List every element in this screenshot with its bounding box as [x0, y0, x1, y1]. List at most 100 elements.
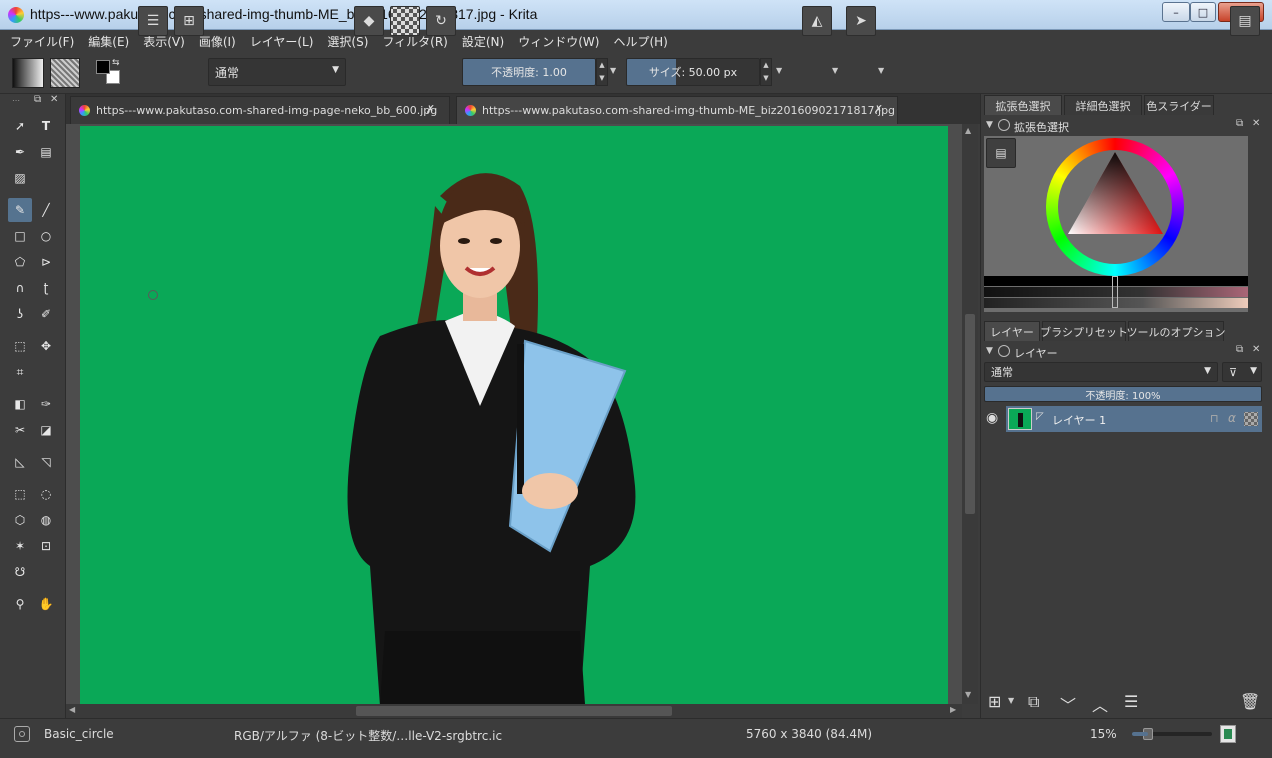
polygon-select-tool-icon[interactable]: ⬡	[8, 508, 32, 532]
document-tab-neko[interactable]: https---www.pakutaso.com-shared-img-page…	[70, 96, 450, 124]
fill-tool-icon[interactable]: ◪	[34, 418, 58, 442]
text-tool-icon[interactable]: T	[34, 114, 58, 138]
delete-layer-icon[interactable]: 🗑	[1240, 692, 1260, 711]
collapse-triangle-icon[interactable]: ▼	[986, 120, 993, 130]
add-layer-chevron-icon[interactable]: ▼	[1008, 696, 1014, 705]
mirror-vertical-icon[interactable]: ➤	[846, 6, 876, 36]
line-tool-icon[interactable]: ╱	[34, 198, 58, 222]
menu-window[interactable]: ウィンドウ(W)	[518, 33, 599, 50]
layer-properties-icon[interactable]: ☰	[1124, 692, 1138, 711]
docker-lock-icon[interactable]	[998, 345, 1010, 357]
menu-layer[interactable]: レイヤー(L)	[250, 33, 314, 50]
freehand-select-tool-icon[interactable]: ◍	[34, 508, 58, 532]
zoom-slider[interactable]	[1132, 728, 1212, 740]
transform-tool-icon[interactable]: ⬚	[8, 334, 32, 358]
scroll-right-icon[interactable]: ▶	[950, 705, 956, 714]
layer-visibility-eye-icon[interactable]: ◉	[986, 410, 998, 426]
brush-settings-icon[interactable]: ☰	[138, 6, 168, 36]
reload-preset-icon[interactable]: ↻	[426, 6, 456, 36]
tab-brush-presets[interactable]: ブラシプリセット	[1040, 321, 1128, 341]
opacity-slider[interactable]: 不透明度: 1.00	[462, 58, 596, 86]
color-selector-settings-icon[interactable]: ▤	[986, 138, 1016, 168]
minimize-button[interactable]: –	[1162, 2, 1190, 22]
zoom-tool-icon[interactable]: ⚲	[8, 592, 32, 616]
scroll-left-icon[interactable]: ◀	[69, 705, 75, 714]
toolbox-float-icon[interactable]: ⧉	[34, 94, 41, 105]
horizontal-scroll-thumb[interactable]	[356, 706, 672, 716]
measure-tool-icon[interactable]: ◹	[34, 450, 58, 474]
pattern-selector[interactable]	[50, 58, 80, 88]
polygon-tool-icon[interactable]: ⬠	[8, 250, 32, 274]
color-picker-tool-icon[interactable]: ✑	[34, 392, 58, 416]
fg-bg-color-selector[interactable]: ⇆	[92, 58, 124, 88]
menu-file[interactable]: ファイル(F)	[10, 33, 74, 50]
tab-layers[interactable]: レイヤー	[984, 321, 1040, 341]
layer-lock-icon[interactable]: ⊓	[1210, 412, 1219, 425]
menu-settings[interactable]: 設定(N)	[462, 33, 504, 50]
swap-colors-icon[interactable]: ⇆	[112, 58, 120, 68]
ellipse-tool-icon[interactable]: ○	[34, 224, 58, 248]
layer-blend-mode-dropdown[interactable]: 通常 ▼	[984, 362, 1218, 382]
add-layer-icon[interactable]: ⊞	[988, 692, 1001, 711]
similar-select-tool-icon[interactable]: ⊡	[34, 534, 58, 558]
inherit-alpha-icon[interactable]	[1244, 412, 1258, 426]
bezier-tool-icon[interactable]: ∩	[8, 276, 32, 300]
dynamic-brush-tool-icon[interactable]: ʖ	[8, 302, 32, 326]
size-slider[interactable]: サイズ: 50.00 px	[626, 58, 760, 86]
eraser-mode-icon[interactable]: ◆	[354, 6, 384, 36]
crop-tool-icon[interactable]: ⌗	[8, 360, 32, 384]
scroll-down-icon[interactable]: ▼	[965, 690, 971, 699]
move-layer-up-icon[interactable]: ︿	[1092, 692, 1108, 716]
menu-image[interactable]: 画像(I)	[199, 33, 236, 50]
layer-opacity-slider[interactable]: 不透明度: 100%	[984, 386, 1262, 402]
foreground-color-swatch[interactable]	[96, 60, 110, 74]
vertical-scrollbar[interactable]: ▲ ▼	[962, 124, 978, 704]
menu-help[interactable]: ヘルプ(H)	[613, 33, 667, 50]
select-shapes-tool-icon[interactable]: ➚	[8, 114, 32, 138]
move-tool-icon[interactable]: ✥	[34, 334, 58, 358]
menu-edit[interactable]: 編集(E)	[88, 33, 129, 50]
polyline-tool-icon[interactable]: ⊳	[34, 250, 58, 274]
image-canvas[interactable]	[80, 126, 948, 704]
mirror-h-chevron-icon[interactable]: ▼	[832, 66, 838, 75]
color-selector-area[interactable]: ▤	[984, 136, 1248, 312]
contiguous-select-tool-icon[interactable]: ✶	[8, 534, 32, 558]
mirror-v-chevron-icon[interactable]: ▼	[878, 66, 884, 75]
layer-name[interactable]: レイヤー 1	[1052, 412, 1106, 428]
smart-patch-tool-icon[interactable]: ✂	[8, 418, 32, 442]
opacity-chevron-icon[interactable]: ▼	[610, 66, 616, 75]
tab-tool-options[interactable]: ツールのオプション	[1127, 321, 1226, 341]
brush-presets-icon[interactable]: ⊞	[174, 6, 204, 36]
vertical-scroll-thumb[interactable]	[965, 314, 975, 514]
docker-float-icon[interactable]: ⧉	[1236, 118, 1243, 129]
freehand-brush-tool-icon[interactable]: ✎	[8, 198, 32, 222]
docker-close-icon[interactable]: ✕	[1252, 344, 1260, 355]
alpha-lock-icon[interactable]: α	[1228, 411, 1236, 425]
maximize-button[interactable]: □	[1190, 2, 1216, 22]
document-tab-biz[interactable]: https---www.pakutaso.com-shared-img-thum…	[456, 96, 898, 124]
size-chevron-icon[interactable]: ▼	[776, 66, 782, 75]
canvas-only-icon[interactable]	[1220, 725, 1236, 743]
tab-color-sliders[interactable]: 色スライダー	[1144, 95, 1214, 115]
ellipse-select-tool-icon[interactable]: ◌	[34, 482, 58, 506]
layer-filter-button[interactable]: ⊽ ▼	[1222, 362, 1262, 382]
layer-row[interactable]: ◉ ◸ レイヤー 1 ⊓ α	[984, 406, 1262, 432]
tab-specific-color-selector[interactable]: 詳細色選択	[1064, 95, 1142, 115]
rectangle-tool-icon[interactable]: □	[8, 224, 32, 248]
duplicate-layer-icon[interactable]: ⧉	[1028, 692, 1039, 712]
move-layer-down-icon[interactable]: ﹀	[1060, 692, 1076, 716]
collapse-triangle-icon[interactable]: ▼	[986, 346, 993, 356]
freehand-path-tool-icon[interactable]: ʈ	[34, 276, 58, 300]
docker-float-icon[interactable]: ⧉	[1236, 344, 1243, 355]
horizontal-scrollbar[interactable]: ◀ ▶	[66, 704, 962, 718]
edit-shapes-tool-icon[interactable]: ✒	[8, 140, 32, 164]
calligraphy-tool-icon[interactable]: ▤	[34, 140, 58, 164]
saturation-value-triangle[interactable]	[1046, 138, 1184, 276]
gradient-selector[interactable]	[12, 58, 44, 88]
docker-lock-icon[interactable]	[998, 119, 1010, 131]
docker-close-icon[interactable]: ✕	[1252, 118, 1260, 129]
multibrush-tool-icon[interactable]: ✐	[34, 302, 58, 326]
mirror-horizontal-icon[interactable]: ◭	[802, 6, 832, 36]
assistant-tool-icon[interactable]: ◺	[8, 450, 32, 474]
gradient-tool-icon[interactable]: ◧	[8, 392, 32, 416]
